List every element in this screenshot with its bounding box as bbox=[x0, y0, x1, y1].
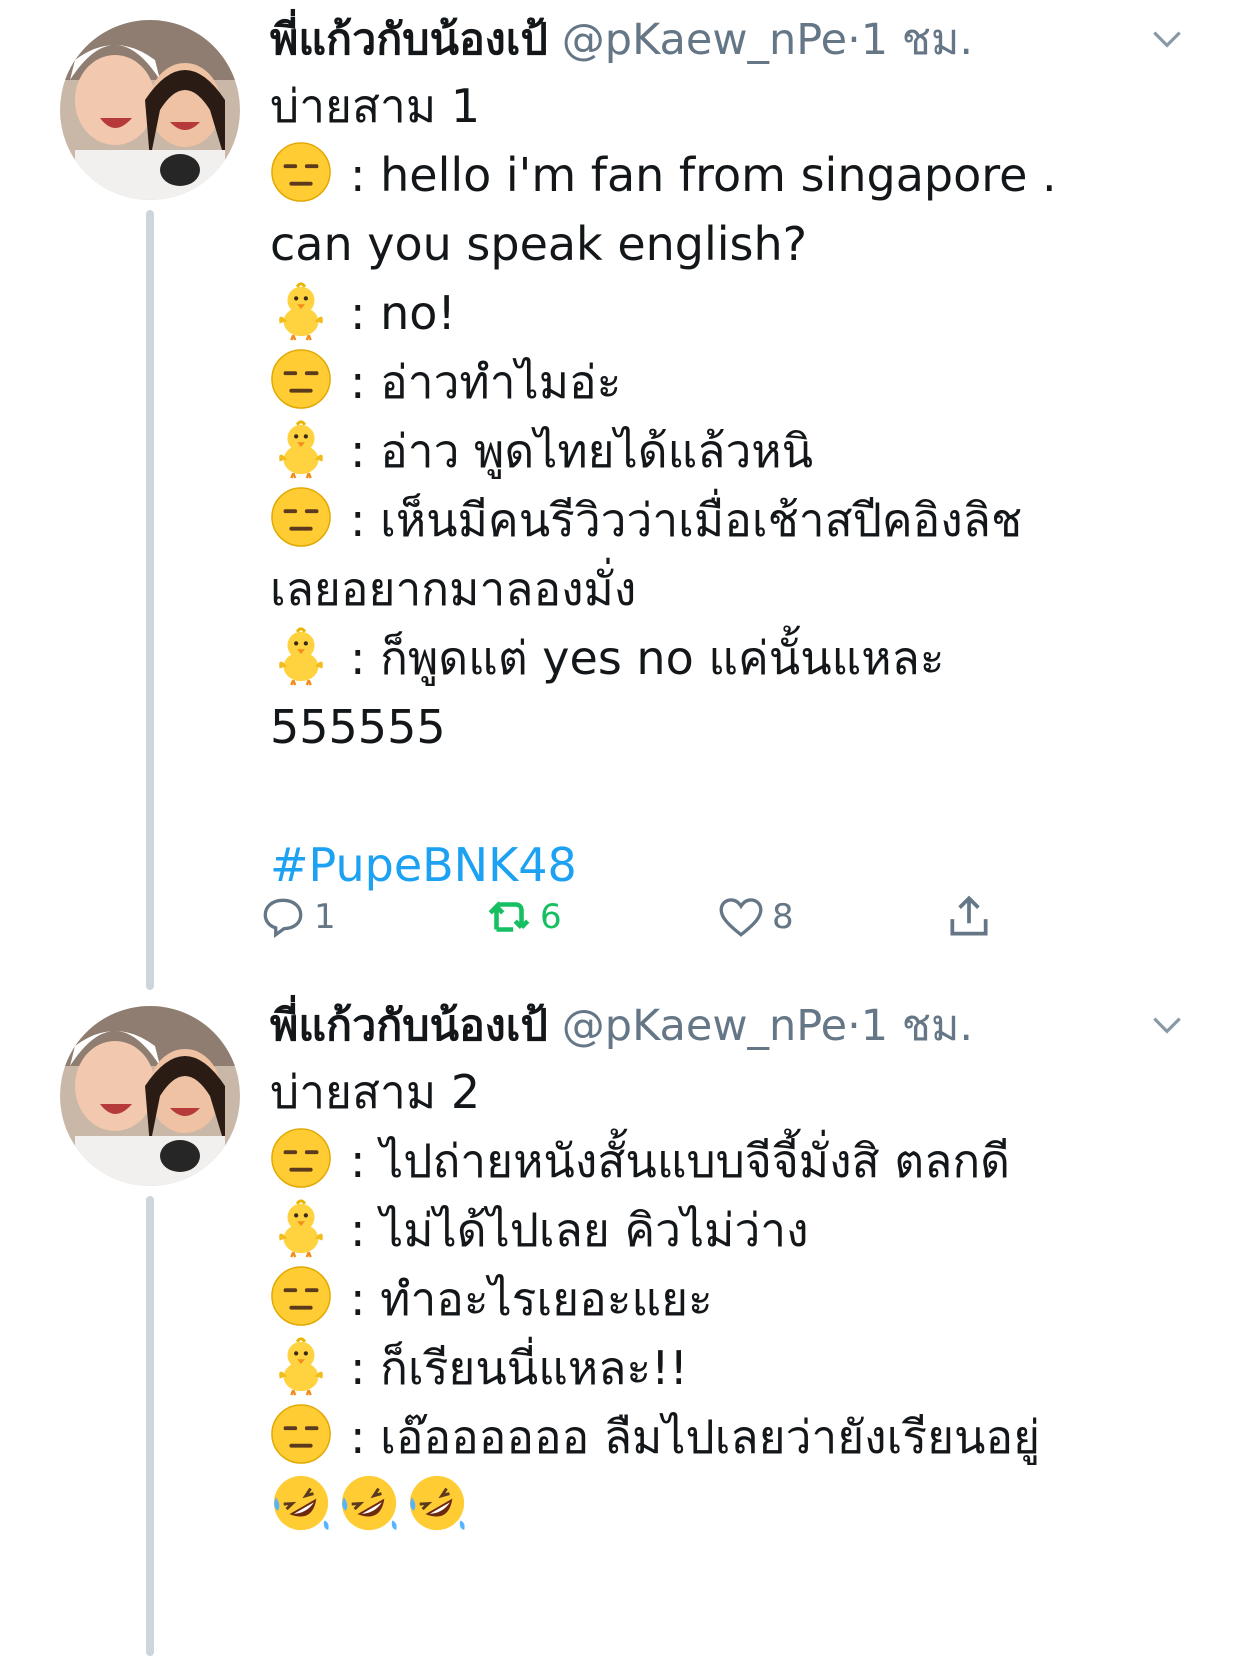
user-handle[interactable]: @pKaew_nPe bbox=[562, 1001, 847, 1051]
expressionless-face-icon bbox=[270, 348, 332, 410]
share-icon bbox=[950, 895, 988, 936]
expressionless-face-icon bbox=[270, 1127, 332, 1189]
baby-chick-icon bbox=[270, 624, 332, 686]
text-line: : ก็เรียนนี่แหละ!! bbox=[270, 1334, 1200, 1403]
reply-icon bbox=[263, 898, 303, 938]
expressionless-face-icon bbox=[270, 1265, 332, 1327]
avatar[interactable] bbox=[60, 1006, 240, 1186]
tweet-text: บ่ายสาม 2 : ไปถ่ายหนังสั้นแบบจีจี้มั่งสิ… bbox=[270, 1058, 1200, 1541]
display-name[interactable]: พี่แก้วกับน้องเป้ bbox=[270, 1001, 548, 1051]
rofl-icon bbox=[270, 1472, 332, 1534]
text-line: : ทำอะไรเยอะแยะ bbox=[270, 1265, 1200, 1334]
baby-chick-icon bbox=[270, 279, 332, 341]
separator: · bbox=[847, 1001, 861, 1051]
text-line: : อ่าว พูดไทยได้แล้วหนิ bbox=[270, 417, 1200, 486]
tweet[interactable]: พี่แก้วกับน้องเป้ @pKaew_nPe·1 ชม. บ่ายสา… bbox=[0, 996, 1242, 1656]
text-line: : เห็นมีคนรีวิวว่าเมื่อเช้าสปีคอิงลิช bbox=[270, 486, 1200, 555]
like-button[interactable]: 8 bbox=[716, 887, 794, 947]
text-line: เลยอยากมาลองมั่ง bbox=[270, 562, 637, 616]
text-line: : ไม่ได้ไปเลย คิวไม่ว่าง bbox=[270, 1196, 1200, 1265]
hashtag-link[interactable]: #PupeBNK48 bbox=[270, 838, 577, 892]
thread-line bbox=[146, 210, 154, 990]
avatar[interactable] bbox=[60, 20, 240, 200]
user-handle[interactable]: @pKaew_nPe bbox=[562, 15, 847, 65]
like-count: 8 bbox=[772, 897, 794, 937]
text-line: : hello i'm fan from singapore . bbox=[270, 141, 1200, 210]
profile-photo bbox=[60, 20, 240, 200]
display-name[interactable]: พี่แก้วกับน้องเป้ bbox=[270, 15, 548, 65]
text-line: บ่ายสาม 1 bbox=[270, 79, 481, 133]
reply-button[interactable]: 1 bbox=[258, 887, 336, 947]
expressionless-face-icon bbox=[270, 486, 332, 548]
text-line: 555555 bbox=[270, 700, 446, 754]
rofl-icon bbox=[338, 1472, 400, 1534]
baby-chick-icon bbox=[270, 1334, 332, 1396]
retweet-count: 6 bbox=[540, 897, 562, 937]
text-line: can you speak english? bbox=[270, 217, 808, 271]
text-line: : no! bbox=[270, 279, 1200, 348]
text-line: : ก็พูดแต่ yes no แค่นั้นแหละ bbox=[270, 624, 1200, 693]
timestamp[interactable]: 1 ชม. bbox=[861, 15, 973, 65]
profile-photo bbox=[60, 1006, 240, 1186]
tweet[interactable]: พี่แก้วกับน้องเป้ @pKaew_nPe·1 ชม. บ่ายสา… bbox=[0, 10, 1242, 990]
text-line: : ไปถ่ายหนังสั้นแบบจีจี้มั่งสิ ตลกดี bbox=[270, 1127, 1200, 1196]
expressionless-face-icon bbox=[270, 1403, 332, 1465]
text-line: : เอ๊ออออออ ลืมไปเลยว่ายังเรียนอยู่ bbox=[270, 1403, 1200, 1472]
reply-count: 1 bbox=[314, 897, 336, 937]
retweet-icon bbox=[488, 901, 530, 932]
expressionless-face-icon bbox=[270, 141, 332, 203]
rofl-icon bbox=[406, 1472, 468, 1534]
tweet-header: พี่แก้วกับน้องเป้ @pKaew_nPe·1 ชม. bbox=[270, 10, 973, 70]
text-line: บ่ายสาม 2 bbox=[270, 1065, 481, 1119]
chevron-down-icon[interactable] bbox=[1148, 1006, 1186, 1044]
tweet-header: พี่แก้วกับน้องเป้ @pKaew_nPe·1 ชม. bbox=[270, 996, 973, 1056]
timestamp[interactable]: 1 ชม. bbox=[861, 1001, 973, 1051]
separator: · bbox=[847, 15, 861, 65]
share-button[interactable] bbox=[944, 887, 1000, 947]
emoji-line bbox=[270, 1472, 1200, 1541]
chevron-down-icon[interactable] bbox=[1148, 20, 1186, 58]
baby-chick-icon bbox=[270, 1196, 332, 1258]
tweet-actions: 1 6 8 bbox=[263, 887, 1030, 947]
text-line: : อ่าวทำไมอ่ะ bbox=[270, 348, 1200, 417]
heart-icon bbox=[719, 898, 763, 937]
baby-chick-icon bbox=[270, 417, 332, 479]
tweet-text: บ่ายสาม 1 : hello i'm fan from singapore… bbox=[270, 72, 1200, 900]
thread-line bbox=[146, 1196, 154, 1656]
retweet-button[interactable]: 6 bbox=[484, 887, 562, 947]
